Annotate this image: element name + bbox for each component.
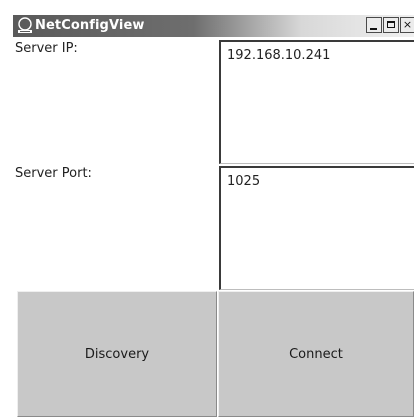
connect-button-label: Connect bbox=[289, 346, 343, 362]
server-port-input[interactable]: 1025 bbox=[219, 166, 414, 290]
close-button[interactable]: × bbox=[400, 17, 414, 33]
title-bar[interactable]: NetConfigView × bbox=[13, 15, 414, 37]
discovery-button-label: Discovery bbox=[84, 346, 150, 362]
maximize-button[interactable] bbox=[383, 17, 399, 33]
app-logo-icon bbox=[17, 17, 33, 34]
server-ip-label: Server IP: bbox=[15, 41, 78, 56]
server-port-label: Server Port: bbox=[15, 166, 92, 181]
discovery-button[interactable]: Discovery bbox=[17, 291, 217, 417]
minimize-button[interactable] bbox=[366, 17, 382, 33]
close-icon: × bbox=[402, 18, 413, 31]
window-title: NetConfigView bbox=[35, 18, 145, 33]
netconfigview-window: NetConfigView × Server IP: 192.168.10.24… bbox=[0, 0, 414, 417]
server-ip-input[interactable]: 192.168.10.241 bbox=[219, 40, 414, 164]
connect-button[interactable]: Connect bbox=[218, 291, 414, 417]
